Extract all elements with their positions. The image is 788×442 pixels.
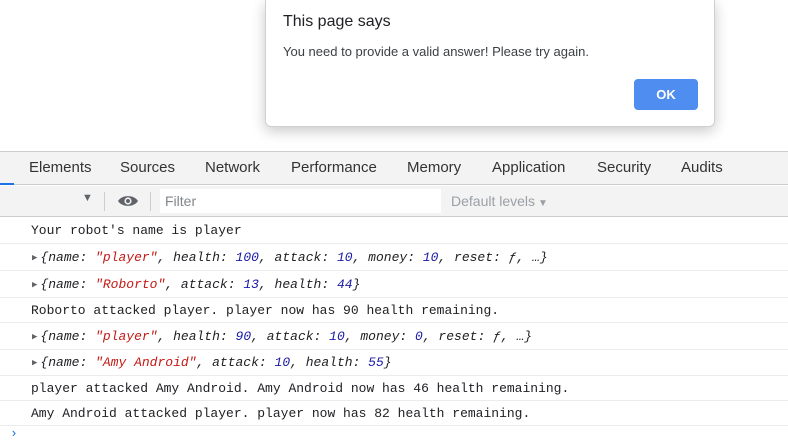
ellipsis: …	[516, 329, 525, 344]
console-object-row[interactable]: ▶ {name: "Roborto", attack: 13, health: 4…	[0, 271, 788, 298]
property-key: attack	[274, 250, 322, 265]
property-value: 55	[368, 355, 384, 370]
expand-triangle-icon[interactable]: ▶	[32, 253, 37, 263]
console-log-row: Roborto attacked player. player now has …	[0, 298, 788, 323]
console-output: Your robot's name is player ▶ {name: "play…	[0, 218, 788, 442]
ok-button[interactable]: OK	[634, 79, 698, 110]
property-value: "Amy Android"	[95, 355, 197, 370]
console-toolbar: ▼ Default levels▼	[0, 186, 788, 217]
property-key: health	[274, 277, 322, 292]
property-key: attack	[180, 277, 228, 292]
property-key: name	[48, 250, 80, 265]
tab-elements[interactable]: Elements	[29, 152, 92, 184]
property-value: "player"	[95, 250, 158, 265]
property-key: attack	[266, 329, 314, 344]
console-log-row: Amy Android attacked player. player now …	[0, 401, 788, 426]
property-key: name	[48, 277, 80, 292]
log-levels-dropdown[interactable]: Default levels ▼	[451, 193, 548, 209]
log-message: Roborto attacked player. player now has …	[31, 303, 500, 318]
alert-dialog: This page says You need to provide a val…	[265, 0, 715, 127]
expand-triangle-icon[interactable]: ▶	[32, 332, 37, 342]
property-value: ƒ	[508, 250, 517, 265]
dialog-title: This page says	[283, 13, 391, 30]
property-value: ƒ	[493, 329, 501, 344]
property-key: money	[368, 250, 408, 265]
console-log-row: player attacked Amy Android. Amy Android…	[0, 376, 788, 401]
property-value: 90	[235, 329, 252, 344]
object-preview[interactable]: ▶ {name: "Amy Android", attack: 10, healt…	[32, 355, 392, 371]
console-object-row[interactable]: ▶ {name: "Amy Android", attack: 10, healt…	[0, 350, 788, 376]
property-key: health	[305, 355, 353, 370]
log-message: player attacked Amy Android. Amy Android…	[31, 381, 570, 396]
property-value: 44	[336, 277, 353, 292]
tab-performance[interactable]: Performance	[291, 152, 377, 184]
object-preview[interactable]: ▶ {name: "player", health: 100, attack: 1…	[32, 250, 548, 266]
property-key: attack	[212, 355, 259, 370]
expand-triangle-icon[interactable]: ▶	[32, 280, 37, 290]
dialog-message: You need to provide a valid answer! Plea…	[283, 44, 589, 59]
property-key: reset	[454, 250, 494, 265]
tab-memory[interactable]: Memory	[407, 152, 461, 184]
property-value: 13	[243, 277, 259, 292]
log-message: Your robot's name is player	[31, 223, 242, 238]
toolbar-divider	[150, 192, 151, 211]
console-log-row: Your robot's name is player	[0, 218, 788, 244]
property-value: 10	[336, 250, 353, 265]
property-key: name	[48, 355, 80, 370]
tab-sources[interactable]: Sources	[120, 152, 175, 184]
log-message: Amy Android attacked player. player now …	[31, 406, 531, 421]
property-value: "Roborto"	[95, 277, 166, 292]
ellipsis: …	[532, 250, 540, 265]
devtools-tab-bar: Elements Sources Network Performance Mem…	[0, 151, 788, 185]
object-preview[interactable]: ▶ {name: "player", health: 90, attack: 10…	[32, 329, 532, 345]
tab-security[interactable]: Security	[597, 152, 651, 184]
property-key: money	[360, 329, 400, 344]
toolbar-divider	[104, 192, 105, 211]
console-prompt-icon[interactable]: ›	[10, 426, 18, 441]
console-object-row[interactable]: ▶ {name: "player", health: 100, attack: 1…	[0, 244, 788, 271]
active-tab-indicator	[0, 183, 14, 185]
context-dropdown-icon[interactable]: ▼	[82, 192, 93, 204]
console-object-row[interactable]: ▶ {name: "player", health: 90, attack: 10…	[0, 323, 788, 350]
eye-icon[interactable]	[117, 194, 139, 208]
filter-input[interactable]	[160, 189, 441, 213]
property-value: 100	[235, 250, 259, 265]
property-value: 0	[415, 329, 423, 344]
log-levels-label: Default levels	[451, 193, 536, 209]
property-key: health	[173, 329, 220, 344]
tab-application[interactable]: Application	[492, 152, 565, 184]
object-preview[interactable]: ▶ {name: "Roborto", attack: 13, health: 4…	[32, 277, 360, 293]
tab-audits[interactable]: Audits	[681, 152, 723, 184]
expand-triangle-icon[interactable]: ▶	[32, 358, 37, 368]
chevron-down-icon: ▼	[538, 198, 548, 209]
property-key: reset	[438, 329, 478, 344]
property-value: 10	[422, 250, 439, 265]
property-value: 10	[274, 355, 291, 370]
property-value: "player"	[95, 329, 158, 344]
tab-network[interactable]: Network	[205, 152, 260, 184]
property-value: 10	[329, 329, 345, 344]
property-key: name	[48, 329, 80, 344]
property-key: health	[173, 250, 220, 265]
